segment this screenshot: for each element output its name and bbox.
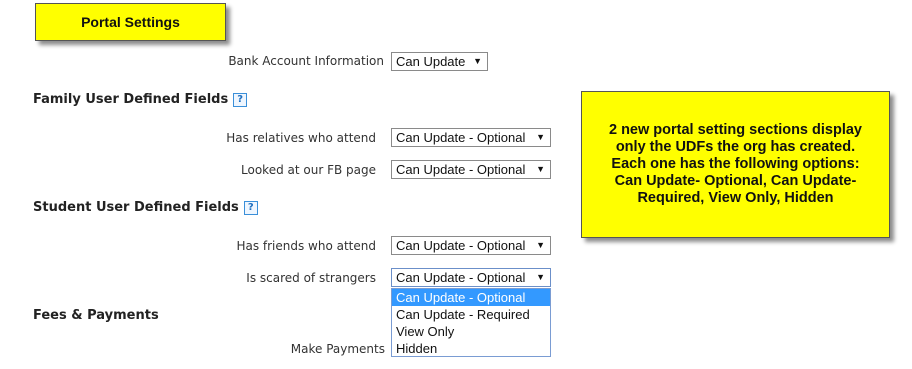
make-payments-label: Make Payments	[290, 342, 385, 356]
family-udf-heading-text: Family User Defined Fields	[33, 92, 229, 107]
note-line: only the UDFs the org has created.	[615, 139, 856, 155]
udf-note-text: 2 new portal setting sections display on…	[609, 122, 862, 207]
udf-select-friends[interactable]: Can Update - Optional ▼	[391, 236, 551, 255]
dropdown-option-view-only[interactable]: View Only	[392, 323, 550, 340]
udf-select-strangers-value: Can Update - Optional	[396, 270, 526, 285]
student-udf-heading-text: Student User Defined Fields	[33, 200, 239, 215]
bank-account-select-value: Can Update	[396, 54, 466, 69]
udf-select-strangers[interactable]: Can Update - Optional ▼	[391, 268, 551, 287]
chevron-down-icon: ▼	[536, 164, 545, 174]
note-line: Required, View Only, Hidden	[637, 190, 834, 206]
udf-select-fb-page-value: Can Update - Optional	[396, 162, 526, 177]
chevron-down-icon: ▼	[536, 240, 545, 250]
student-udf-heading: Student User Defined Fields ?	[33, 200, 258, 215]
portal-settings-callout: Portal Settings	[35, 3, 226, 41]
udf-select-friends-value: Can Update - Optional	[396, 238, 526, 253]
dropdown-option-can-update-optional[interactable]: Can Update - Optional	[392, 289, 550, 306]
fees-payments-heading: Fees & Payments	[33, 308, 159, 323]
udf-label-friends: Has friends who attend	[236, 239, 376, 253]
udf-label-fb-page: Looked at our FB page	[241, 163, 376, 177]
visibility-dropdown-list: Can Update - Optional Can Update - Requi…	[391, 288, 551, 357]
bank-account-select[interactable]: Can Update ▼	[391, 52, 488, 71]
help-icon[interactable]: ?	[233, 92, 248, 107]
udf-label-relatives: Has relatives who attend	[226, 131, 376, 145]
note-line: Each one has the following options:	[611, 156, 860, 172]
bank-account-label: Bank Account Information	[228, 54, 384, 68]
udf-label-strangers: Is scared of strangers	[246, 271, 376, 285]
chevron-down-icon: ▼	[473, 56, 482, 66]
udf-note-callout: 2 new portal setting sections display on…	[581, 91, 890, 238]
note-line: Can Update- Optional, Can Update-	[614, 173, 857, 189]
family-udf-heading: Family User Defined Fields ?	[33, 92, 248, 107]
help-icon[interactable]: ?	[243, 200, 258, 215]
udf-select-relatives[interactable]: Can Update - Optional ▼	[391, 128, 551, 147]
chevron-down-icon: ▼	[536, 272, 545, 282]
dropdown-option-can-update-required[interactable]: Can Update - Required	[392, 306, 550, 323]
dropdown-option-hidden[interactable]: Hidden	[392, 340, 550, 357]
fees-payments-heading-text: Fees & Payments	[33, 308, 159, 323]
portal-settings-title: Portal Settings	[81, 14, 180, 30]
udf-select-fb-page[interactable]: Can Update - Optional ▼	[391, 160, 551, 179]
udf-select-relatives-value: Can Update - Optional	[396, 130, 526, 145]
note-line: 2 new portal setting sections display	[608, 122, 862, 138]
chevron-down-icon: ▼	[536, 132, 545, 142]
